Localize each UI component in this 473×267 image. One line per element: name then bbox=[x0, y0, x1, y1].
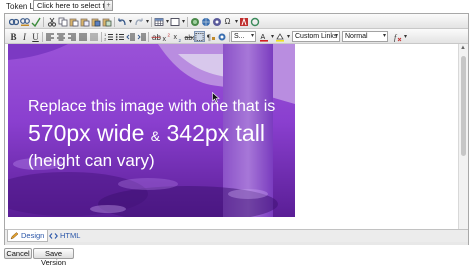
hyperlink-icon[interactable] bbox=[200, 16, 211, 27]
editor-status-bar bbox=[5, 242, 468, 245]
svg-text:2: 2 bbox=[104, 37, 106, 41]
superscript-icon[interactable]: x2 bbox=[161, 31, 172, 42]
paste-text-icon[interactable] bbox=[79, 16, 90, 27]
strike-format-icon[interactable]: abc bbox=[183, 31, 194, 42]
toolbar-separator bbox=[101, 32, 102, 42]
scroll-up-arrow-icon[interactable]: ▲ bbox=[460, 45, 466, 51]
placeholder-width-text: 570px wide bbox=[28, 120, 145, 146]
chevron-down-icon: ▾ bbox=[382, 33, 386, 39]
token-add-button[interactable]: + bbox=[104, 0, 113, 11]
tab-design-label: Design bbox=[21, 231, 45, 240]
placeholder-image[interactable]: Replace this image with one that is 570p… bbox=[8, 44, 295, 217]
tab-html-label: HTML bbox=[60, 231, 81, 240]
subscript-icon[interactable]: x2 bbox=[172, 31, 183, 42]
align-none-icon[interactable] bbox=[88, 31, 99, 42]
svg-text:f: f bbox=[394, 33, 398, 42]
format-stripper-icon[interactable] bbox=[216, 31, 227, 42]
custom-links-dropdown-value: Custom Links bbox=[295, 33, 338, 40]
indent-icon[interactable] bbox=[136, 31, 147, 42]
toolbar-row-2: B I U 12 ab x2 x2 abc ¶ S...▾ A ▾ ▾ Cust… bbox=[5, 29, 468, 44]
toolbar-row-1: ▾ ▾ ▾ ▾ Ω ▾ bbox=[5, 14, 468, 29]
paragraph-format-dropdown-value: Normal bbox=[345, 33, 368, 40]
align-left-icon[interactable] bbox=[44, 31, 55, 42]
tab-design[interactable]: Design bbox=[7, 230, 49, 242]
outdent-icon[interactable] bbox=[125, 31, 136, 42]
custom-links-dropdown[interactable]: Custom Links ▾ bbox=[292, 31, 340, 42]
underline-icon[interactable]: U bbox=[30, 31, 41, 42]
paragraph-marks-icon[interactable]: ¶ bbox=[205, 31, 216, 42]
toolbar-separator bbox=[114, 17, 115, 27]
bold-icon[interactable]: B bbox=[8, 31, 19, 42]
italic-icon[interactable]: I bbox=[19, 31, 30, 42]
numbered-list-icon[interactable]: 12 bbox=[103, 31, 114, 42]
insert-media-icon[interactable] bbox=[211, 16, 222, 27]
cut-icon[interactable] bbox=[46, 16, 57, 27]
scrollbar-thumb[interactable] bbox=[461, 56, 466, 156]
toolbar-separator bbox=[151, 17, 152, 27]
placeholder-line-1: Replace this image with one that is bbox=[28, 98, 276, 115]
svg-text:1: 1 bbox=[104, 33, 106, 37]
style-dropdown-value: S... bbox=[234, 33, 245, 40]
cancel-button[interactable]: Cancel bbox=[4, 248, 32, 259]
svg-text:2: 2 bbox=[167, 32, 170, 37]
svg-text:x: x bbox=[162, 36, 166, 42]
align-center-icon[interactable] bbox=[55, 31, 66, 42]
copy-icon[interactable] bbox=[57, 16, 68, 27]
style-dropdown[interactable]: S... ▾ bbox=[231, 31, 256, 42]
paste-word-icon[interactable] bbox=[90, 16, 101, 27]
token-select-dropdown[interactable]: Click here to select tokens bbox=[33, 0, 112, 11]
spellcheck-icon[interactable] bbox=[30, 16, 41, 27]
paste-html-icon[interactable] bbox=[101, 16, 112, 27]
svg-text:abc: abc bbox=[184, 35, 194, 42]
show-borders-icon[interactable] bbox=[194, 31, 205, 42]
mouse-pointer-icon bbox=[212, 92, 220, 103]
paste-icon[interactable] bbox=[68, 16, 79, 27]
refresh-icon[interactable] bbox=[249, 16, 260, 27]
strikethrough-icon[interactable]: ab bbox=[150, 31, 161, 42]
svg-text:¶: ¶ bbox=[207, 33, 211, 42]
editor-content-area[interactable]: Replace this image with one that is 570p… bbox=[5, 44, 468, 229]
placeholder-line-3: (height can vary) bbox=[28, 151, 155, 170]
clear-formatting-dropdown-arrow-icon[interactable]: ▾ bbox=[400, 31, 411, 42]
placeholder-ampersand: & bbox=[150, 128, 161, 144]
code-brackets-icon bbox=[49, 233, 58, 239]
svg-text:A: A bbox=[260, 34, 265, 41]
token-list-row: Token List: Click here to select tokens … bbox=[0, 0, 473, 13]
editor-mode-bar: Design HTML bbox=[5, 229, 468, 242]
flash-manager-icon[interactable] bbox=[238, 16, 249, 27]
toolbar-separator bbox=[229, 32, 230, 42]
toolbar-separator bbox=[42, 32, 43, 42]
image-manager-icon[interactable] bbox=[189, 16, 200, 27]
placeholder-line-2: 570px wide & 342px tall bbox=[28, 120, 265, 147]
tab-html[interactable]: HTML bbox=[47, 230, 83, 242]
chevron-down-icon: ▾ bbox=[250, 33, 254, 39]
toolbar-separator bbox=[187, 17, 188, 27]
paragraph-format-dropdown[interactable]: Normal ▾ bbox=[342, 31, 388, 42]
find-replace-icon[interactable] bbox=[19, 16, 30, 27]
toolbar-separator bbox=[43, 17, 44, 27]
save-version-button[interactable]: Save Version bbox=[33, 248, 74, 267]
rich-text-editor: ▾ ▾ ▾ ▾ Ω ▾ B I U 12 ab x2 x2 abc bbox=[4, 13, 469, 245]
vertical-scrollbar[interactable]: ▲ bbox=[458, 44, 468, 229]
svg-text:x: x bbox=[173, 34, 177, 41]
toolbar-separator bbox=[148, 32, 149, 42]
find-icon[interactable] bbox=[8, 16, 19, 27]
chevron-down-icon: ▾ bbox=[334, 33, 338, 39]
pencil-icon bbox=[10, 232, 19, 240]
placeholder-height-text: 342px tall bbox=[166, 120, 265, 146]
svg-text:2: 2 bbox=[178, 38, 181, 42]
bulleted-list-icon[interactable] bbox=[114, 31, 125, 42]
align-right-icon[interactable] bbox=[66, 31, 77, 42]
justify-icon[interactable] bbox=[77, 31, 88, 42]
